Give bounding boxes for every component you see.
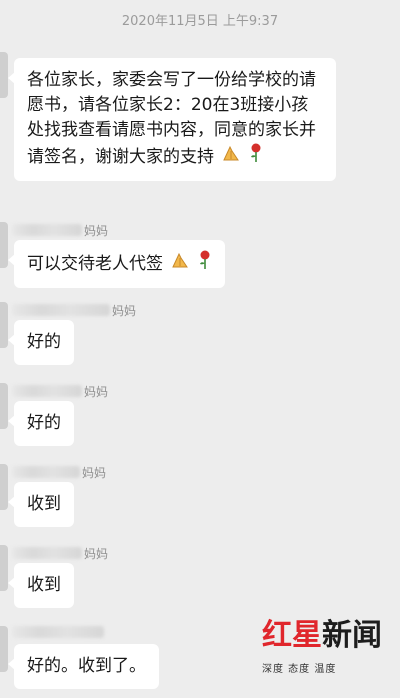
avatar[interactable] (0, 464, 8, 510)
redstar-news-watermark: 红星新闻 深度 态度 温度 (262, 610, 396, 692)
message-bubble[interactable]: 好的 (8, 320, 74, 365)
message-bubble[interactable]: 好的 (8, 401, 74, 446)
folded-hands-icon (221, 143, 241, 171)
avatar[interactable] (0, 302, 8, 348)
avatar[interactable] (0, 383, 8, 429)
message-bubble[interactable]: 可以交待老人代签 (8, 240, 225, 288)
folded-hands-icon (170, 250, 190, 278)
message-text: 好的 (27, 413, 61, 433)
message-bubble[interactable]: 收到 (8, 563, 74, 608)
watermark-logo: 红星新闻 (262, 618, 382, 653)
chat-screen: 2020年11月5日 上午9:37 各位家长，家委会写了一份给学校的请愿书，请各… (0, 0, 400, 698)
message-bubble[interactable]: 好的。收到了。 (8, 644, 159, 689)
rose-icon (249, 143, 263, 171)
message-bubble[interactable]: 各位家长，家委会写了一份给学校的请愿书，请各位家长2：20在3班接小孩处找我查看… (8, 58, 336, 181)
message-timestamp: 2020年11月5日 上午9:37 (121, 14, 279, 29)
message-text: 好的。收到了。 (27, 656, 146, 676)
watermark-slogan: 深度 态度 温度 (262, 664, 337, 675)
message-text: 收到 (27, 575, 61, 595)
rose-icon (198, 250, 212, 278)
avatar[interactable] (0, 545, 8, 591)
message-text: 可以交待老人代签 (27, 254, 163, 274)
avatar[interactable] (0, 222, 8, 268)
message-bubble[interactable]: 收到 (8, 482, 74, 527)
message-text: 好的 (27, 332, 61, 352)
avatar[interactable] (0, 52, 8, 98)
message-text: 各位家长，家委会写了一份给学校的请愿书，请各位家长2：20在3班接小孩处找我查看… (27, 70, 316, 167)
avatar[interactable] (0, 626, 8, 672)
message-text: 收到 (27, 494, 61, 514)
